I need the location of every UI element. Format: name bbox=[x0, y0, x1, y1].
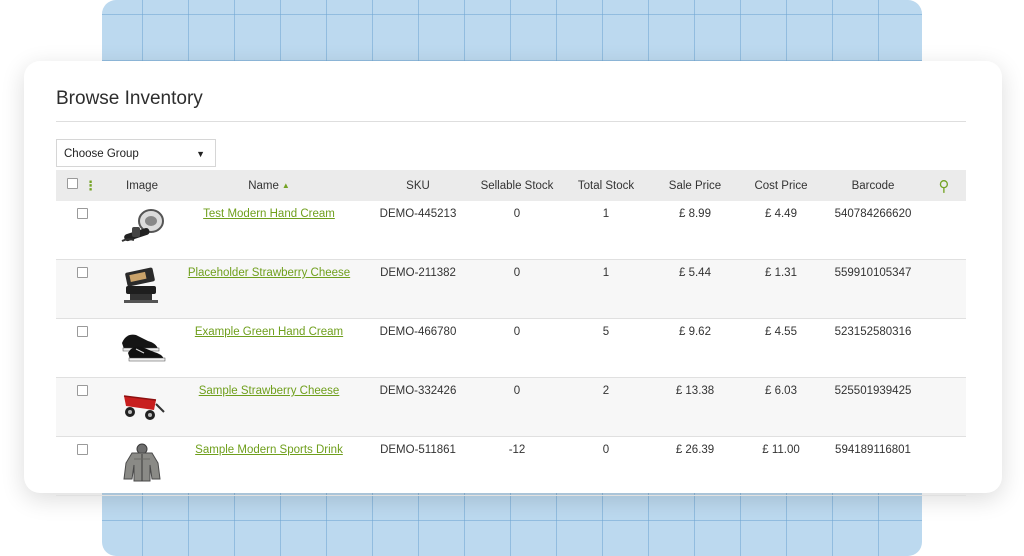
barcode-cell: 523152580316 bbox=[824, 318, 922, 378]
row-checkbox[interactable] bbox=[76, 326, 88, 337]
total-stock-cell: 1 bbox=[560, 201, 652, 260]
choose-group-value: Choose Group bbox=[64, 148, 139, 160]
product-name-cell: Sample Strawberry Cheese bbox=[176, 377, 362, 437]
product-name-link[interactable]: Placeholder Strawberry Cheese bbox=[188, 267, 350, 279]
row-select-cell bbox=[56, 318, 108, 378]
sale-price-cell: £ 8.99 bbox=[652, 201, 738, 260]
row-checkbox[interactable] bbox=[76, 444, 88, 455]
sale-price-cell: £ 9.62 bbox=[652, 318, 738, 378]
product-name-link[interactable]: Sample Modern Sports Drink bbox=[195, 444, 343, 456]
search-icon[interactable]: ⚲ bbox=[939, 178, 950, 195]
sellable-stock-cell: 0 bbox=[474, 377, 560, 437]
sneakers-image bbox=[122, 334, 166, 362]
table-row: Sample Modern Sports Drink DEMO-511861 -… bbox=[56, 436, 966, 496]
product-image-cell bbox=[108, 259, 176, 319]
barcode-cell: 540784266620 bbox=[824, 201, 922, 260]
table-row: Placeholder Strawberry Cheese DEMO-21138… bbox=[56, 259, 966, 319]
product-image-cell bbox=[108, 436, 176, 496]
select-all-checkbox[interactable] bbox=[67, 177, 78, 189]
red-wagon-image bbox=[123, 395, 165, 420]
sku-cell: DEMO-445213 bbox=[362, 201, 474, 260]
sku-cell: DEMO-466780 bbox=[362, 318, 474, 378]
sku-cell: DEMO-211382 bbox=[362, 259, 474, 319]
column-header-sale-price[interactable]: Sale Price bbox=[652, 170, 738, 201]
column-header-sellable-stock[interactable]: Sellable Stock bbox=[474, 170, 560, 201]
product-image-cell bbox=[108, 377, 176, 437]
cost-price-cell: £ 11.00 bbox=[738, 436, 824, 496]
jacket-image bbox=[123, 443, 161, 482]
empty-cell bbox=[922, 436, 966, 496]
product-name-cell: Placeholder Strawberry Cheese bbox=[176, 259, 362, 319]
inventory-table: ⋮ Image Name ▲ SKU Sellable Stock Total S… bbox=[56, 170, 966, 496]
row-select-cell bbox=[56, 201, 108, 260]
sellable-stock-cell: 0 bbox=[474, 318, 560, 378]
column-header-name-label: Name bbox=[248, 179, 279, 192]
total-stock-cell: 5 bbox=[560, 318, 652, 378]
row-checkbox[interactable] bbox=[76, 208, 88, 219]
product-name-link[interactable]: Test Modern Hand Cream bbox=[203, 208, 335, 220]
empty-cell bbox=[922, 318, 966, 378]
column-header-sku[interactable]: SKU bbox=[362, 170, 474, 201]
product-image-cell bbox=[108, 201, 176, 260]
cost-price-cell: £ 1.31 bbox=[738, 259, 824, 319]
column-header-total-stock[interactable]: Total Stock bbox=[560, 170, 652, 201]
table-row: Example Green Hand Cream DEMO-466780 0 5… bbox=[56, 318, 966, 378]
product-name-link[interactable]: Example Green Hand Cream bbox=[195, 326, 343, 338]
column-header-cost-price[interactable]: Cost Price bbox=[738, 170, 824, 201]
product-name-link[interactable]: Sample Strawberry Cheese bbox=[199, 385, 340, 397]
sellable-stock-cell: 0 bbox=[474, 201, 560, 260]
column-header-name[interactable]: Name ▲ bbox=[176, 170, 362, 201]
cost-price-cell: £ 4.49 bbox=[738, 201, 824, 260]
header-select-cell: ⋮ bbox=[56, 170, 108, 201]
total-stock-cell: 0 bbox=[560, 436, 652, 496]
table-row: Sample Strawberry Cheese DEMO-332426 0 2… bbox=[56, 377, 966, 437]
choose-group-dropdown[interactable]: Choose Group ▼ bbox=[56, 139, 216, 167]
hand-blender-image bbox=[121, 209, 164, 242]
table-row: Test Modern Hand Cream DEMO-445213 0 1 £… bbox=[56, 201, 966, 260]
product-name-cell: Example Green Hand Cream bbox=[176, 318, 362, 378]
vertical-dots-icon[interactable]: ⋮ bbox=[84, 178, 97, 194]
empty-cell bbox=[922, 201, 966, 260]
sort-ascending-icon: ▲ bbox=[281, 180, 290, 190]
product-image-cell bbox=[108, 318, 176, 378]
sellable-stock-cell: -12 bbox=[474, 436, 560, 496]
total-stock-cell: 2 bbox=[560, 377, 652, 437]
page-title: Browse Inventory bbox=[56, 88, 203, 109]
column-header-barcode[interactable]: Barcode bbox=[824, 170, 922, 201]
caret-down-icon: ▼ bbox=[196, 149, 205, 159]
row-select-cell bbox=[56, 259, 108, 319]
column-header-image: Image bbox=[108, 170, 176, 201]
sale-price-cell: £ 13.38 bbox=[652, 377, 738, 437]
sellable-stock-cell: 0 bbox=[474, 259, 560, 319]
product-name-cell: Sample Modern Sports Drink bbox=[176, 436, 362, 496]
sku-cell: DEMO-332426 bbox=[362, 377, 474, 437]
product-name-cell: Test Modern Hand Cream bbox=[176, 201, 362, 260]
sku-cell: DEMO-511861 bbox=[362, 436, 474, 496]
row-select-cell bbox=[56, 436, 108, 496]
waffle-maker-image bbox=[124, 267, 158, 303]
table-header-row: ⋮ Image Name ▲ SKU Sellable Stock Total S… bbox=[56, 170, 966, 201]
barcode-cell: 559910105347 bbox=[824, 259, 922, 319]
cost-price-cell: £ 6.03 bbox=[738, 377, 824, 437]
barcode-cell: 525501939425 bbox=[824, 377, 922, 437]
search-cell: ⚲ bbox=[922, 170, 966, 201]
sale-price-cell: £ 5.44 bbox=[652, 259, 738, 319]
empty-cell bbox=[922, 377, 966, 437]
row-checkbox[interactable] bbox=[76, 385, 88, 396]
barcode-cell: 594189116801 bbox=[824, 436, 922, 496]
row-select-cell bbox=[56, 377, 108, 437]
row-checkbox[interactable] bbox=[76, 267, 88, 278]
total-stock-cell: 1 bbox=[560, 259, 652, 319]
title-divider bbox=[56, 121, 966, 122]
empty-cell bbox=[922, 259, 966, 319]
sale-price-cell: £ 26.39 bbox=[652, 436, 738, 496]
cost-price-cell: £ 4.55 bbox=[738, 318, 824, 378]
